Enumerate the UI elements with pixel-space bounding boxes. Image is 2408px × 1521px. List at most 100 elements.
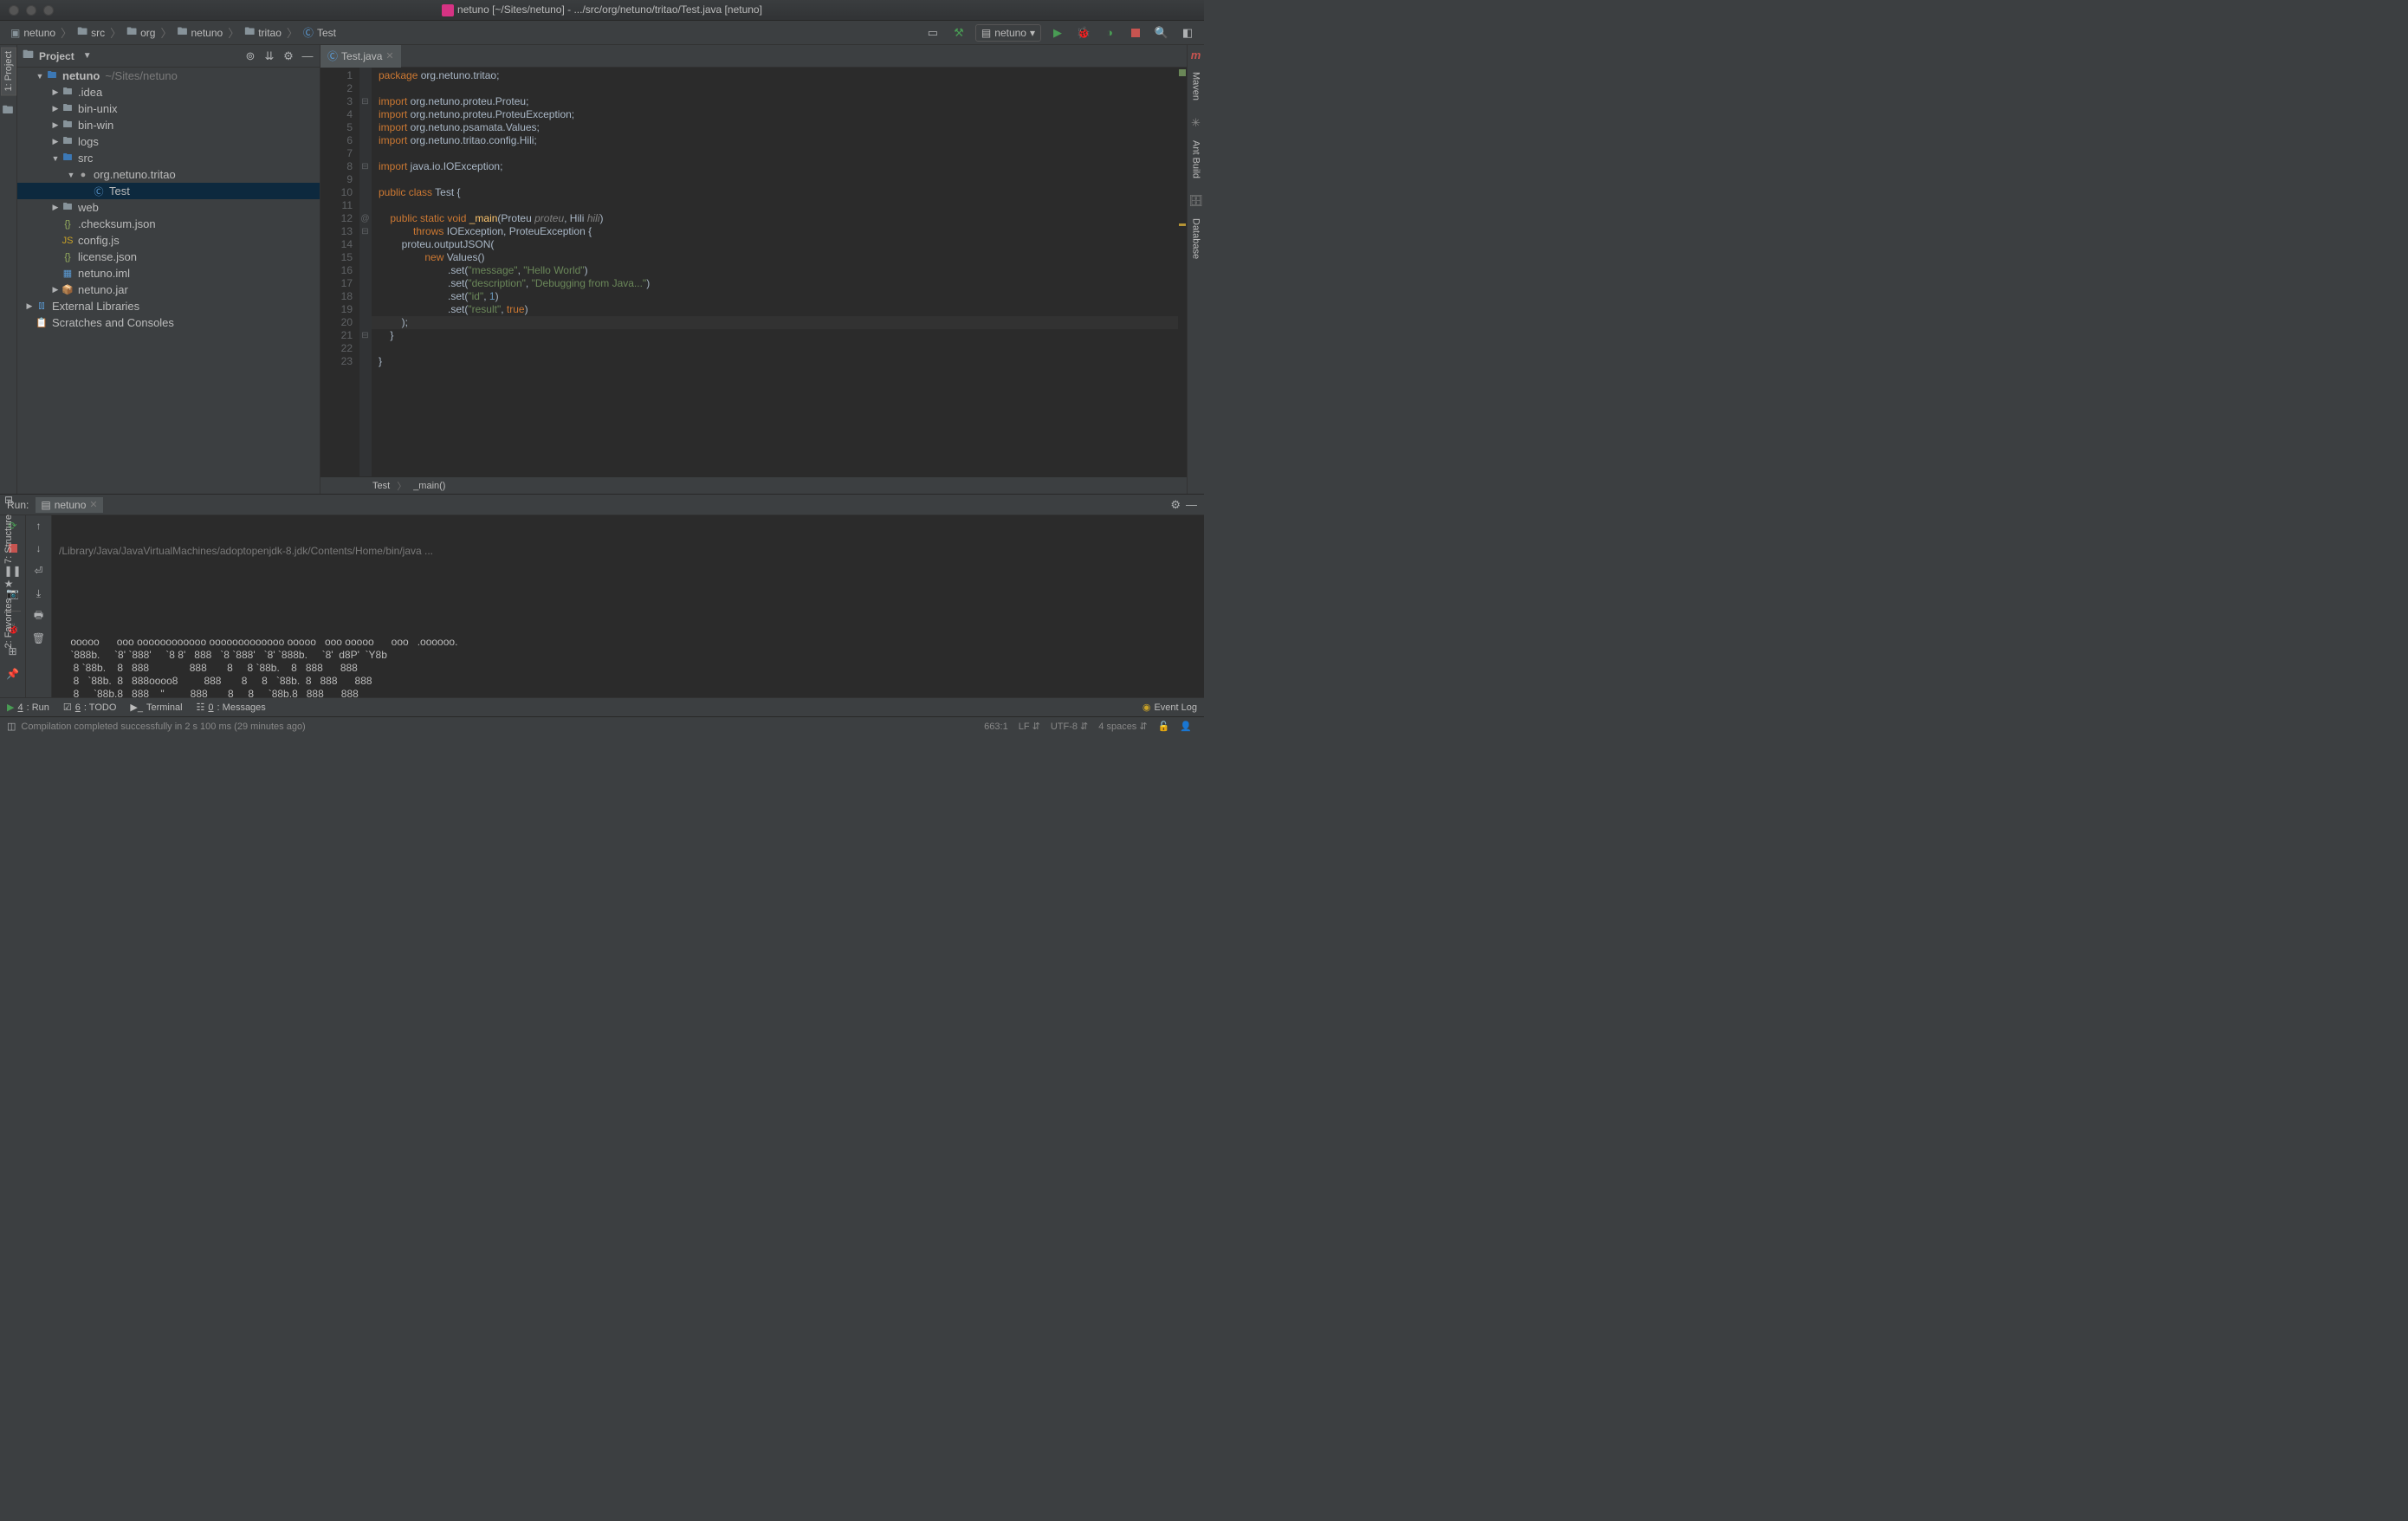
tree-node--checksum-json[interactable]: {}.checksum.json (17, 216, 320, 232)
close-tab-icon[interactable]: ✕ (385, 50, 393, 61)
right-tool-stripe: m Maven ✳ Ant Build 🗄 Database (1187, 45, 1204, 494)
minimize-window-button[interactable] (26, 5, 36, 16)
ant-icon[interactable]: ✳ (1191, 116, 1201, 130)
hector-icon[interactable]: 👤 (1175, 721, 1197, 732)
run-with-coverage-button[interactable]: ◑ (1100, 23, 1119, 42)
tab-database[interactable]: Database (1191, 215, 1201, 262)
tree-node-bin-unix[interactable]: 🖿bin-unix (17, 100, 320, 117)
line-separator[interactable]: LF ⇵ (1013, 721, 1045, 732)
run-settings-icon[interactable]: ⚙ (1170, 498, 1181, 512)
tab-messages[interactable]: ☷ 0: Messages (197, 702, 266, 713)
crumb-src[interactable]: 🖿src (74, 23, 108, 42)
tree-node-netuno-iml[interactable]: ▦netuno.iml (17, 265, 320, 282)
collapse-all-icon[interactable]: ⇊ (262, 49, 276, 63)
tree-node-org-netuno-tritao[interactable]: ●org.netuno.tritao (17, 166, 320, 183)
breadcrumb-class[interactable]: Test (372, 481, 390, 491)
tree-node-config-js[interactable]: JSconfig.js (17, 232, 320, 249)
tab-label: Test.java (341, 50, 382, 62)
tab-ant-build[interactable]: Ant Build (1191, 137, 1201, 182)
tree-node-external-libraries[interactable]: ⫾⫾External Libraries (17, 298, 320, 314)
crumb-org[interactable]: 🖿org (123, 23, 159, 42)
run-tab-label: netuno (55, 499, 87, 511)
tree-node--idea[interactable]: 🖿.idea (17, 84, 320, 100)
toggle-panel-icon[interactable]: ▭ (923, 23, 942, 42)
tab-run[interactable]: ▶ 44: Run: Run (7, 702, 49, 713)
close-window-button[interactable] (9, 5, 19, 16)
soft-wrap-icon[interactable]: ⏎ (32, 564, 46, 578)
run-tab-netuno[interactable]: ▤ netuno ✕ (36, 497, 102, 513)
tree-node-netuno[interactable]: 🖿netuno~/Sites/netuno (17, 68, 320, 84)
editor-tab-test[interactable]: Ⓒ Test.java ✕ (320, 45, 401, 68)
error-stripe[interactable] (1178, 68, 1187, 476)
build-hammer-icon[interactable]: ⚒ (949, 23, 968, 42)
toolbar-right: ▭ ⚒ ▤ netuno ▾ ▶ 🐞 ◑ 🔍 ◧ (923, 23, 1197, 42)
class-icon: Ⓒ (327, 49, 338, 63)
locate-file-icon[interactable]: ⊚ (243, 49, 257, 63)
event-log-button[interactable]: ◉ Event Log (1143, 702, 1197, 713)
readonly-lock-icon[interactable]: 🔓 (1153, 721, 1175, 732)
settings-gear-icon[interactable]: ⚙ (282, 49, 295, 63)
code-area[interactable]: 1234567891011121314151617181920212223 ⊟⊟… (320, 68, 1187, 476)
crumb-class[interactable]: ⒸTest (300, 25, 340, 40)
editor-breadcrumb: Test 〉 _main() (320, 476, 1187, 494)
layout-icon[interactable]: ◧ (1178, 23, 1197, 42)
print-icon[interactable]: 🖶 (32, 609, 46, 623)
pin-icon[interactable]: 📌 (6, 667, 20, 681)
tab-structure[interactable]: 7: Structure (3, 511, 14, 567)
analysis-ok-marker (1179, 69, 1186, 76)
tab-maven[interactable]: Maven (1191, 68, 1201, 104)
search-everywhere-icon[interactable]: 🔍 (1152, 23, 1171, 42)
left-tool-stripe-bottom: ⊟ 7: Structure ★ 2: Favorites (0, 494, 17, 651)
tab-todo[interactable]: ☑ 6: TODO (63, 702, 117, 713)
warning-marker[interactable] (1179, 223, 1186, 226)
indent-setting[interactable]: 4 spaces ⇵ (1093, 721, 1152, 732)
tree-node-bin-win[interactable]: 🖿bin-win (17, 117, 320, 133)
tab-favorites[interactable]: 2: Favorites (3, 595, 14, 651)
debug-button[interactable]: 🐞 (1074, 23, 1093, 42)
project-tool-window: 🖿 Project ▼ ⊚ ⇊ ⚙ — 🖿netuno~/Sites/netun… (17, 45, 320, 494)
line-number-gutter[interactable]: 1234567891011121314151617181920212223 (320, 68, 359, 476)
tree-node-scratches-and-consoles[interactable]: 📋Scratches and Consoles (17, 314, 320, 331)
maven-icon[interactable]: m (1191, 49, 1201, 61)
crumb-tritao[interactable]: 🖿tritao (241, 23, 285, 42)
code-content[interactable]: package org.netuno.tritao;import org.net… (372, 68, 1178, 476)
tree-node-src[interactable]: 🖿src (17, 150, 320, 166)
run-button[interactable]: ▶ (1048, 23, 1067, 42)
gutter-icons[interactable]: ⊟⊟@⊟⊟ (359, 68, 372, 476)
app-icon (442, 4, 454, 16)
zoom-window-button[interactable] (43, 5, 54, 16)
chevron-down-icon[interactable]: ▼ (83, 51, 92, 61)
breadcrumb-method[interactable]: _main() (413, 481, 445, 491)
close-run-tab-icon[interactable]: ✕ (89, 499, 97, 510)
run-configuration-dropdown[interactable]: ▤ netuno ▾ (975, 24, 1041, 42)
clear-all-icon[interactable]: 🗑 (32, 631, 46, 645)
stop-button[interactable] (1126, 23, 1145, 42)
down-arrow-icon[interactable]: ↓ (32, 541, 46, 555)
file-encoding[interactable]: UTF-8 ⇵ (1045, 721, 1093, 732)
tree-node-web[interactable]: 🖿web (17, 199, 320, 216)
console-output[interactable]: /Library/Java/JavaVirtualMachines/adopto… (52, 515, 1204, 697)
tree-node-test[interactable]: ⒸTest (17, 183, 320, 199)
tree-node-netuno-jar[interactable]: 📦netuno.jar (17, 282, 320, 298)
structure-icon[interactable]: ⊟ (4, 494, 13, 506)
crumb-netuno[interactable]: 🖿netuno (173, 23, 226, 42)
tab-project[interactable]: 1: Project (1, 47, 16, 95)
bottom-tool-tabs: ▶ 44: Run: Run ☑ 6: TODO ▶_ Terminal ☷ 0… (0, 697, 1204, 716)
scroll-to-end-icon[interactable]: ⤓ (32, 586, 46, 600)
status-message: Compilation completed successfully in 2 … (21, 722, 305, 732)
navigation-bar: ▣netuno〉 🖿src〉 🖿org〉 🖿netuno〉 🖿tritao〉 Ⓒ… (0, 21, 1204, 45)
project-tree[interactable]: 🖿netuno~/Sites/netuno🖿.idea🖿bin-unix🖿bin… (17, 68, 320, 494)
tab-terminal[interactable]: ▶_ Terminal (130, 702, 182, 713)
crumb-module[interactable]: ▣netuno (7, 27, 59, 39)
up-arrow-icon[interactable]: ↑ (32, 519, 46, 533)
status-tool-window-icon[interactable]: ◫ (7, 721, 16, 732)
database-icon[interactable]: 🗄 (1188, 194, 1203, 208)
project-view-title[interactable]: Project (39, 50, 74, 62)
tree-node-logs[interactable]: 🖿logs (17, 133, 320, 150)
hide-panel-icon[interactable]: — (301, 49, 314, 63)
tree-node-license-json[interactable]: {}license.json (17, 249, 320, 265)
folder-icon[interactable]: 🖿 (3, 102, 15, 114)
cursor-position[interactable]: 663:1 (979, 722, 1013, 732)
favorites-star-icon[interactable]: ★ (4, 578, 14, 590)
hide-run-panel-icon[interactable]: — (1186, 498, 1197, 511)
